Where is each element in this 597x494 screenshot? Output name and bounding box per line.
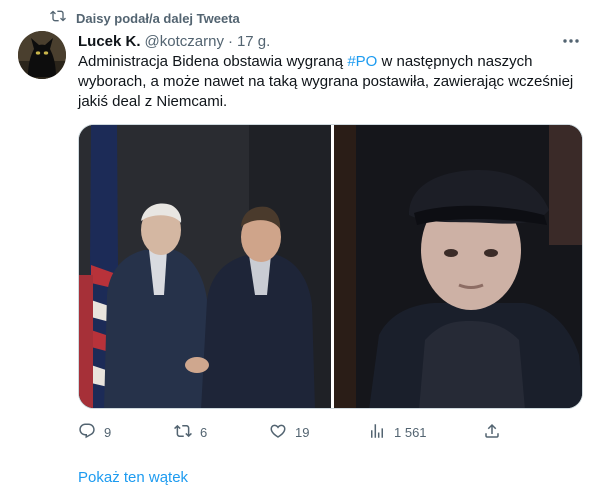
hashtag-link[interactable]: #PO — [347, 53, 377, 70]
reply-count: 9 — [104, 425, 112, 440]
tweet-timestamp[interactable]: 17 g. — [237, 33, 270, 50]
separator-dot: · — [227, 32, 233, 50]
photo-handshake[interactable] — [79, 125, 331, 409]
retweet-icon — [174, 422, 192, 443]
retweet-icon — [50, 8, 66, 29]
photo-man-in-cap[interactable] — [334, 125, 583, 409]
like-count: 19 — [295, 425, 310, 440]
more-options-button[interactable] — [561, 33, 581, 49]
share-icon — [483, 422, 501, 443]
views-count: 1 561 — [394, 425, 427, 440]
views-button[interactable]: 1 561 — [368, 422, 427, 443]
tweet-text: Administracja Bidena obstawia wygraną #P… — [78, 52, 578, 112]
author-handle[interactable]: @kotczarny — [145, 33, 224, 50]
share-button[interactable] — [483, 422, 501, 443]
tweet-media[interactable] — [78, 124, 583, 409]
views-icon — [368, 422, 386, 443]
avatar[interactable] — [18, 31, 66, 79]
retweet-context[interactable]: Daisy podał/a dalej Tweeta — [50, 9, 240, 27]
tweet-actions: 9 6 19 1 561 — [78, 422, 501, 443]
more-horizontal-icon — [561, 36, 581, 53]
reply-button[interactable]: 9 — [78, 422, 111, 443]
show-thread-link[interactable]: Pokaż ten wątek — [78, 469, 188, 486]
retweet-button[interactable]: 6 — [174, 422, 207, 443]
tweet-text-part: Administracja Bidena obstawia wygraną — [78, 53, 348, 70]
retweet-label: Daisy podał/a dalej Tweeta — [76, 10, 240, 26]
like-button[interactable]: 19 — [269, 422, 309, 443]
retweet-count: 6 — [200, 425, 208, 440]
tweet-header: Lucek K. @kotczarny · 17 g. — [78, 31, 270, 51]
heart-icon — [269, 422, 287, 443]
author-name[interactable]: Lucek K. — [78, 33, 141, 50]
reply-icon — [78, 422, 96, 443]
